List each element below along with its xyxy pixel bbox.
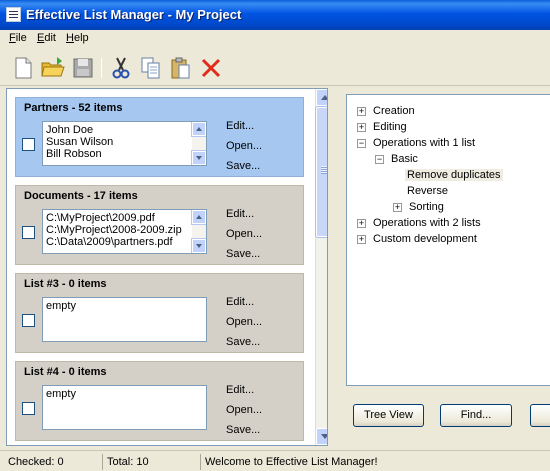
list-title: Documents - 17 items — [24, 190, 138, 202]
list-items-box[interactable]: empty — [42, 297, 207, 342]
edit-link[interactable]: Edit... — [226, 384, 254, 396]
status-checked: Checked: 0 — [8, 456, 64, 468]
list-card-documents[interactable]: Documents - 17 items C:\MyProject\2009.p… — [15, 185, 304, 265]
title-bar[interactable]: Effective List Manager - My Project — [0, 0, 550, 30]
list-items-box[interactable]: empty — [42, 385, 207, 430]
operations-tree: + Creation + Editing − Operations with 1 li… — [346, 94, 550, 386]
tree-node-operations-1-list[interactable]: − Operations with 1 list — [357, 136, 477, 151]
save-link[interactable]: Save... — [226, 424, 260, 436]
paste-icon[interactable] — [168, 55, 194, 81]
list-item: empty — [46, 388, 76, 400]
save-link[interactable]: Save... — [226, 336, 260, 348]
open-folder-icon[interactable] — [40, 55, 66, 81]
app-icon — [6, 7, 21, 22]
scroll-up-icon[interactable] — [191, 122, 206, 137]
toolbar — [0, 48, 550, 86]
menu-help[interactable]: Help — [66, 32, 89, 44]
tree-node-remove-duplicates[interactable]: Remove duplicates — [405, 168, 503, 183]
list-card-list4[interactable]: List #4 - 0 items empty Edit... Open... … — [15, 361, 304, 441]
list-title: List #4 - 0 items — [24, 366, 107, 378]
tree-node-reverse[interactable]: Reverse — [405, 184, 450, 199]
open-link[interactable]: Open... — [226, 316, 262, 328]
window-title: Effective List Manager - My Project — [26, 7, 242, 22]
expand-icon[interactable]: + — [357, 107, 366, 116]
list-items-box[interactable]: C:\MyProject\2009.pdf C:\MyProject\2008-… — [42, 209, 207, 254]
list-checkbox[interactable] — [22, 138, 35, 151]
open-link[interactable]: Open... — [226, 140, 262, 152]
list-checkbox[interactable] — [22, 314, 35, 327]
list-card-partners[interactable]: Partners - 52 items John Doe Susan Wilso… — [15, 97, 304, 177]
expand-icon[interactable]: + — [357, 219, 366, 228]
status-bar: Checked: 0 Total: 10 Welcome to Effectiv… — [0, 450, 550, 471]
operations-panel: + Creation + Editing − Operations with 1 li… — [336, 88, 550, 446]
list-items-scrollbar[interactable] — [191, 210, 206, 253]
list-item: John Doe — [46, 124, 94, 136]
tree-view-button[interactable]: Tree View — [353, 404, 424, 427]
list-item: Susan Wilson — [46, 136, 114, 148]
edit-link[interactable]: Edit... — [226, 120, 254, 132]
collapse-icon[interactable]: − — [357, 139, 366, 148]
menu-edit[interactable]: Edit — [37, 32, 56, 44]
lists-panel: Partners - 52 items John Doe Susan Wilso… — [6, 88, 328, 446]
scroll-down-icon[interactable] — [191, 238, 206, 253]
collapse-icon[interactable]: − — [375, 155, 384, 164]
expand-icon[interactable]: + — [357, 235, 366, 244]
expand-icon[interactable]: + — [393, 203, 402, 212]
scroll-up-icon[interactable] — [191, 210, 206, 225]
menu-bar: File Edit Help — [0, 30, 550, 48]
list-card-list3[interactable]: List #3 - 0 items empty Edit... Open... … — [15, 273, 304, 353]
extra-button[interactable] — [530, 404, 550, 427]
list-items-scrollbar[interactable] — [191, 122, 206, 165]
status-message: Welcome to Effective List Manager! — [200, 454, 546, 470]
tree-node-basic[interactable]: − Basic — [375, 152, 420, 167]
tree-node-editing[interactable]: + Editing — [357, 120, 409, 135]
tree-node-sorting[interactable]: + Sorting — [393, 200, 446, 215]
find-button[interactable]: Find... — [440, 404, 512, 427]
list-item: Bill Robson — [46, 148, 102, 160]
edit-link[interactable]: Edit... — [226, 296, 254, 308]
list-item: C:\Data\2009\partners.pdf — [46, 236, 173, 248]
cut-icon[interactable] — [108, 55, 134, 81]
edit-link[interactable]: Edit... — [226, 208, 254, 220]
scroll-down-icon[interactable] — [316, 428, 327, 445]
save-link[interactable]: Save... — [226, 160, 260, 172]
tree-node-operations-2-lists[interactable]: + Operations with 2 lists — [357, 216, 483, 231]
copy-icon[interactable] — [138, 55, 164, 81]
list-title: List #3 - 0 items — [24, 278, 107, 290]
lists-scrollbar[interactable] — [315, 89, 327, 445]
list-title: Partners - 52 items — [24, 102, 123, 114]
delete-icon[interactable] — [198, 55, 224, 81]
list-item: C:\MyProject\2009.pdf — [46, 212, 155, 224]
list-item: C:\MyProject\2008-2009.zip — [46, 224, 182, 236]
list-checkbox[interactable] — [22, 402, 35, 415]
tree-node-creation[interactable]: + Creation — [357, 104, 417, 119]
list-items-box[interactable]: John Doe Susan Wilson Bill Robson — [42, 121, 207, 166]
open-link[interactable]: Open... — [226, 228, 262, 240]
scrollbar-thumb[interactable] — [315, 106, 327, 238]
status-total: Total: 10 — [102, 454, 198, 470]
open-link[interactable]: Open... — [226, 404, 262, 416]
save-link[interactable]: Save... — [226, 248, 260, 260]
save-icon[interactable] — [70, 55, 96, 81]
list-item: empty — [46, 300, 76, 312]
tree-node-custom-development[interactable]: + Custom development — [357, 232, 479, 247]
menu-file[interactable]: File — [9, 32, 27, 44]
expand-icon[interactable]: + — [357, 123, 366, 132]
scroll-up-icon[interactable] — [316, 89, 327, 106]
list-checkbox[interactable] — [22, 226, 35, 239]
new-file-icon[interactable] — [10, 55, 36, 81]
scroll-down-icon[interactable] — [191, 150, 206, 165]
